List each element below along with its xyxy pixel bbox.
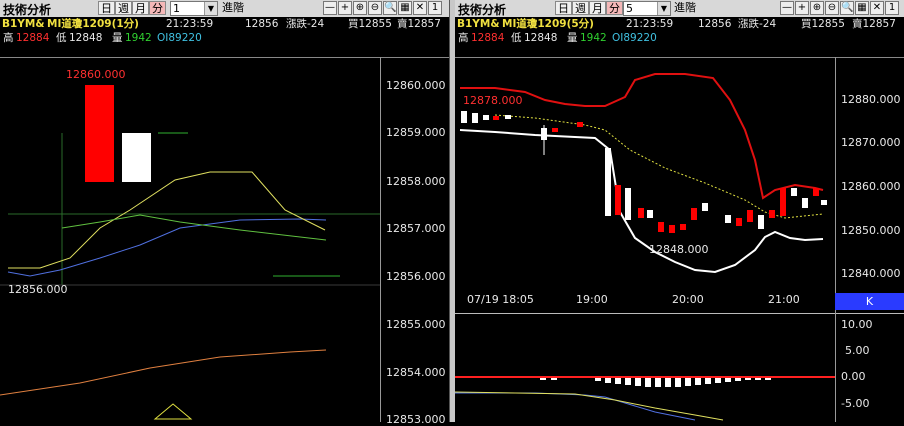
down-candle xyxy=(758,215,764,229)
down-candle xyxy=(605,148,611,216)
histogram-bar xyxy=(645,378,651,387)
histogram-bar xyxy=(715,378,721,383)
up-candle xyxy=(615,185,621,215)
down-candle xyxy=(625,188,631,220)
histogram-bar xyxy=(735,378,741,381)
lower-band-line xyxy=(459,129,824,274)
left-high-annotation: 12860.000 xyxy=(66,68,126,81)
histogram-bar xyxy=(755,378,761,380)
up-candle xyxy=(638,208,644,218)
histogram-bar xyxy=(635,378,641,386)
histogram-bar xyxy=(665,378,671,387)
histogram-bar xyxy=(765,378,771,380)
right-high-annotation: 12878.000 xyxy=(463,94,523,107)
histogram-bar xyxy=(675,378,681,387)
histogram xyxy=(540,378,771,387)
down-candle xyxy=(461,111,467,123)
histogram-bar xyxy=(745,378,751,380)
right-price-chart[interactable] xyxy=(455,0,904,422)
up-candle xyxy=(747,210,753,222)
upper-band-line xyxy=(460,73,824,200)
histogram-bar xyxy=(551,378,557,380)
down-candle xyxy=(702,203,708,211)
y-tick: 12870.000 xyxy=(841,136,901,149)
y-tick: 12855.000 xyxy=(386,318,446,331)
y-tick: 12860.000 xyxy=(386,79,446,92)
up-candle xyxy=(769,210,775,218)
histogram-bar xyxy=(655,378,661,387)
histogram-bar xyxy=(615,378,621,384)
up-candle xyxy=(680,224,686,230)
up-candle xyxy=(780,188,786,216)
up-candle xyxy=(813,188,819,196)
y-tick: 12850.000 xyxy=(841,224,901,237)
histogram-bar xyxy=(695,378,701,385)
right-chart-window: 技術分析 日 週 月 分 5 ▼ 進階 — + ⊕ ⊖ 🔍 ▦ ✕ 1 B1YM… xyxy=(455,0,904,422)
down-candle xyxy=(122,133,151,182)
histogram-bar xyxy=(595,378,601,381)
down-candle xyxy=(821,200,827,205)
y-tick: 12880.000 xyxy=(841,93,901,106)
y-tick: 12840.000 xyxy=(841,267,901,280)
x-tick: 21:00 xyxy=(768,293,800,306)
y-tick: 12853.000 xyxy=(386,413,446,426)
up-candle xyxy=(493,116,499,120)
up-candle xyxy=(552,128,558,132)
osc-y-tick: -5.00 xyxy=(841,397,870,410)
triangle-marker xyxy=(153,403,193,420)
down-candle xyxy=(541,128,547,140)
histogram-bar xyxy=(685,378,691,386)
osc-y-tick: 5.00 xyxy=(845,344,870,357)
candle-group xyxy=(461,111,827,233)
down-candle xyxy=(505,115,511,119)
left-price-chart[interactable] xyxy=(0,0,449,422)
up-candle xyxy=(577,122,583,127)
left-chart-window: 技術分析 日 週 月 分 1 ▼ 進階 — + ⊕ ⊖ 🔍 ▦ ✕ 1 B1YM… xyxy=(0,0,450,426)
osc-blue-line xyxy=(455,392,696,421)
y-tick: 12857.000 xyxy=(386,222,446,235)
right-low-annotation: 12848.000 xyxy=(649,243,709,256)
y-tick: 12858.000 xyxy=(386,175,446,188)
down-candle xyxy=(483,115,489,120)
k-indicator-label[interactable]: K xyxy=(835,293,904,310)
up-candle xyxy=(691,208,697,220)
histogram-bar xyxy=(625,378,631,385)
down-candle xyxy=(791,188,797,196)
left-low-annotation: 12856.000 xyxy=(8,283,68,296)
up-candle xyxy=(669,225,675,233)
osc-y-tick: 10.00 xyxy=(841,318,873,331)
osc-yellow-line xyxy=(455,391,724,421)
up-candle xyxy=(736,218,742,226)
y-tick: 12854.000 xyxy=(386,366,446,379)
down-candle xyxy=(647,210,653,218)
down-candle xyxy=(725,215,731,223)
down-candle xyxy=(802,198,808,208)
down-candle xyxy=(472,113,478,123)
histogram-bar xyxy=(725,378,731,382)
ma-orange-line xyxy=(0,349,327,396)
x-tick: 20:00 xyxy=(672,293,704,306)
up-candle xyxy=(658,222,664,232)
histogram-bar xyxy=(605,378,611,383)
x-tick: 07/19 18:05 xyxy=(467,293,534,306)
y-tick: 12856.000 xyxy=(386,270,446,283)
histogram-bar xyxy=(540,378,546,380)
histogram-bar xyxy=(705,378,711,384)
up-candle xyxy=(85,85,114,182)
y-tick: 12859.000 xyxy=(386,126,446,139)
y-tick: 12860.000 xyxy=(841,180,901,193)
ma-blue-line xyxy=(7,218,327,277)
x-tick: 19:00 xyxy=(576,293,608,306)
osc-y-tick: 0.00 xyxy=(841,370,866,383)
